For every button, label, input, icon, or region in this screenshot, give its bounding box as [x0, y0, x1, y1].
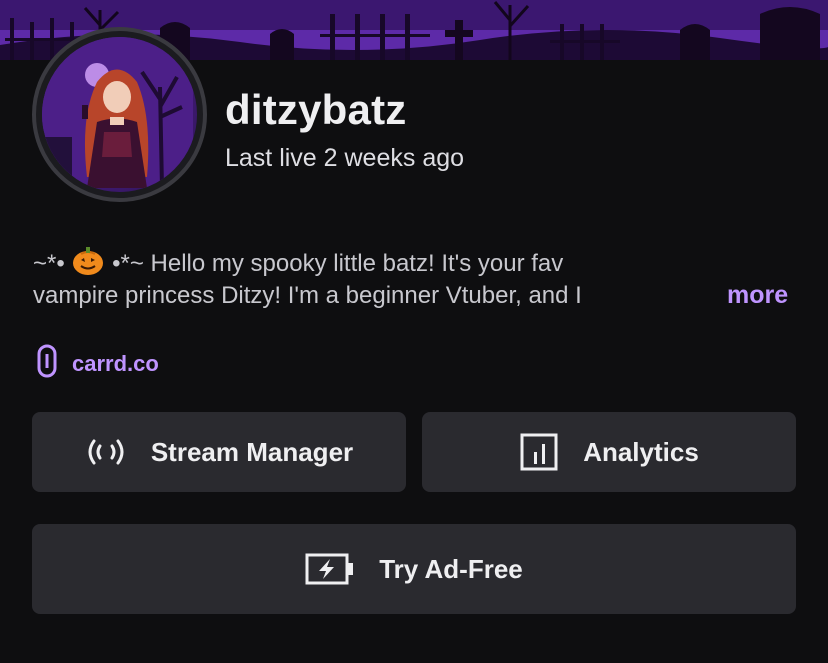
bio-line-2: vampire princess Ditzy! I'm a beginner V… [33, 279, 803, 312]
try-ad-free-button[interactable]: Try Ad-Free [32, 524, 796, 614]
last-live-status: Last live 2 weeks ago [225, 144, 465, 172]
stream-manager-button[interactable]: Stream Manager [32, 412, 406, 492]
bio-prefix: ~*• [33, 250, 65, 277]
vtuber-avatar-art [42, 37, 193, 189]
analytics-button[interactable]: Analytics [422, 412, 796, 492]
social-link[interactable]: carrd.co [36, 344, 159, 383]
bar-chart-icon [519, 432, 559, 472]
battery-bolt-icon [305, 552, 355, 586]
bio-line-1: ~*• •*~ Hello my spooky little batz! It'… [33, 246, 803, 279]
bio-text-2: vampire princess Ditzy! I'm a beginner V… [33, 282, 582, 309]
channel-bio: ~*• •*~ Hello my spooky little batz! It'… [33, 246, 803, 312]
analytics-label: Analytics [583, 436, 699, 467]
channel-profile-page: ditzybatz Last live 2 weeks ago ~*• •*~ … [0, 0, 828, 663]
pumpkin-icon [71, 246, 105, 279]
bio-text-1: •*~ Hello my spooky little batz! It's yo… [112, 250, 564, 277]
stream-manager-label: Stream Manager [150, 436, 354, 467]
bio-more-link[interactable]: more [727, 279, 788, 312]
broadcast-icon [85, 437, 127, 467]
social-link-label: carrd.co [72, 350, 159, 376]
avatar-image [42, 37, 197, 192]
link-chain-icon [36, 344, 58, 383]
channel-avatar[interactable] [32, 27, 207, 202]
channel-username: ditzybatz [225, 86, 407, 133]
try-ad-free-label: Try Ad-Free [379, 553, 523, 584]
